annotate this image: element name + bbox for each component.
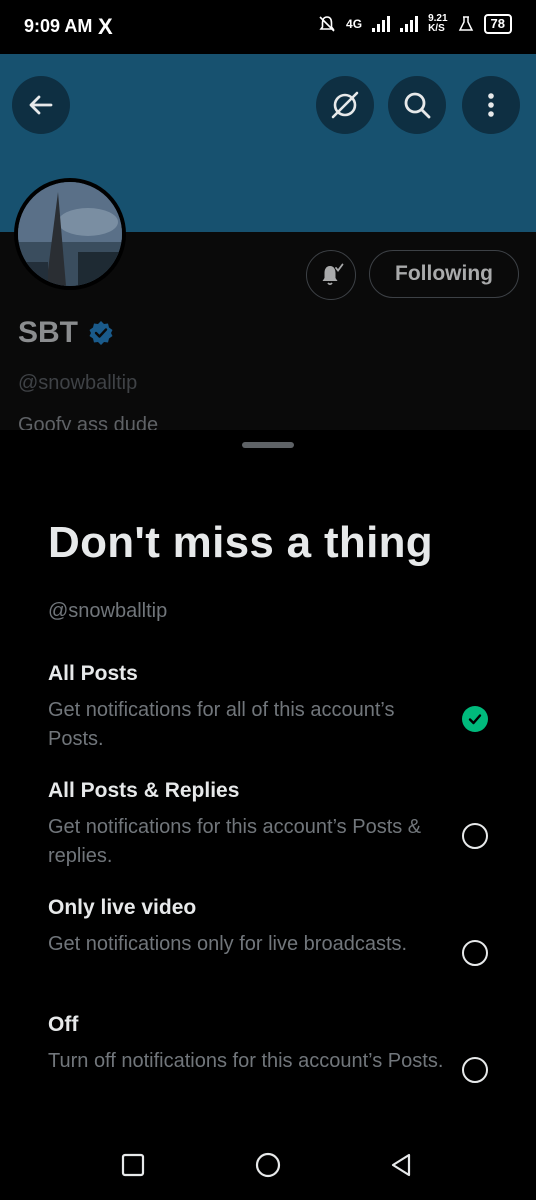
sheet-title: Don't miss a thing	[48, 518, 433, 567]
search-button[interactable]	[388, 76, 446, 134]
radio-unselected[interactable]	[462, 1057, 488, 1083]
option-desc: Turn off notifications for this account’…	[48, 1050, 444, 1072]
flask-icon	[458, 16, 473, 31]
option-title: All Posts	[48, 662, 138, 685]
status-indicators: 4G 9.21 K/S 78	[318, 14, 512, 34]
dnd-bell-icon	[319, 16, 335, 32]
system-nav-bar	[0, 1130, 536, 1200]
avatar-image	[18, 182, 122, 286]
triangle-back-icon	[391, 1153, 411, 1177]
square-icon	[121, 1153, 145, 1177]
option-only-live-video[interactable]: Only live video Get notifications only f…	[48, 896, 488, 966]
check-icon	[468, 714, 482, 725]
signal-icon	[372, 16, 391, 32]
radio-unselected[interactable]	[462, 823, 488, 849]
option-off[interactable]: Off Turn off notifications for this acco…	[48, 1013, 488, 1083]
profile-name-text: SBT	[18, 316, 78, 349]
bell-check-icon	[322, 263, 344, 286]
radio-unselected[interactable]	[462, 940, 488, 966]
more-button[interactable]	[462, 76, 520, 134]
radio-selected[interactable]	[462, 706, 488, 732]
battery-indicator: 78	[483, 14, 512, 34]
option-desc: Get notifications only for live broadcas…	[48, 933, 408, 955]
option-desc: Get notifications for all of this accoun…	[48, 699, 395, 750]
back-button[interactable]	[12, 76, 70, 134]
option-all-posts[interactable]: All Posts Get notifications for all of t…	[48, 662, 488, 754]
more-vertical-icon	[488, 93, 494, 117]
option-title: Off	[48, 1013, 79, 1036]
network-type: 4G	[346, 17, 363, 31]
circle-icon	[255, 1152, 281, 1178]
option-all-posts-replies[interactable]: All Posts & Replies Get notifications fo…	[48, 779, 488, 871]
verified-badge-icon	[89, 321, 113, 345]
status-bar: 9:09 AM X 4G 9.21 K/S 78	[0, 0, 536, 54]
profile-handle: @snowballtip	[18, 372, 138, 394]
notification-bell-button[interactable]	[306, 250, 356, 300]
profile-name: SBT	[18, 316, 114, 350]
following-button[interactable]: Following	[369, 250, 519, 298]
x-app-icon: X	[98, 14, 113, 39]
sheet-drag-handle[interactable]	[242, 442, 294, 448]
arrow-left-icon	[29, 95, 53, 115]
notification-settings-sheet: Don't miss a thing @snowballtip All Post…	[0, 430, 536, 1200]
home-button[interactable]	[253, 1150, 283, 1180]
circle-slash-icon	[331, 91, 359, 119]
option-title: All Posts & Replies	[48, 779, 240, 802]
status-time: 9:09 AM	[24, 16, 93, 36]
search-icon	[404, 92, 431, 119]
option-desc: Get notifications for this account’s Pos…	[48, 816, 422, 867]
network-speed: 9.21 K/S	[428, 13, 448, 34]
avatar[interactable]	[14, 178, 126, 290]
option-title: Only live video	[48, 896, 197, 919]
signal-icon-2	[400, 16, 419, 32]
recents-button[interactable]	[118, 1150, 148, 1180]
mute-button[interactable]	[316, 76, 374, 134]
back-nav-button[interactable]	[386, 1150, 416, 1180]
sheet-handle: @snowballtip	[48, 600, 168, 622]
